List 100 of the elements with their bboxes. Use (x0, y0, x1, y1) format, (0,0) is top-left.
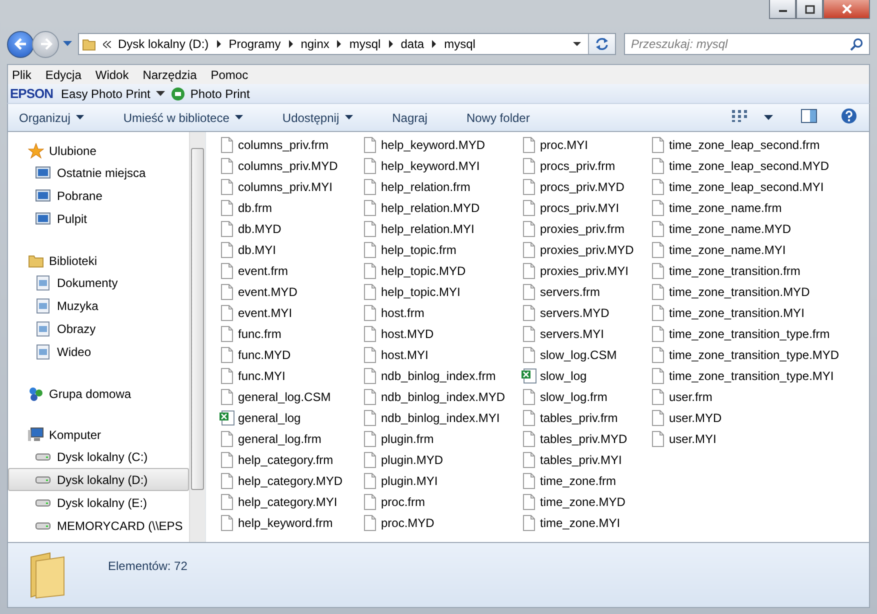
chevron-icon[interactable] (288, 40, 294, 48)
file-item[interactable]: general_log.CSM (219, 386, 362, 407)
nav-item[interactable]: Dysk lokalny (D:) (8, 468, 189, 491)
nav-item[interactable]: Pobrane (8, 184, 189, 207)
file-item[interactable]: procs_priv.frm (521, 155, 650, 176)
breadcrumb[interactable]: mysql (349, 37, 381, 51)
breadcrumb[interactable]: Dysk lokalny (D:) (118, 37, 209, 51)
breadcrumb[interactable]: nginx (300, 37, 330, 51)
toolbar-button[interactable]: Photo Print (171, 86, 250, 100)
file-item[interactable]: plugin.MYD (362, 449, 521, 470)
file-item[interactable]: db.MYD (219, 218, 362, 239)
file-item[interactable]: tables_priv.MYI (521, 449, 650, 470)
file-item[interactable]: ndb_binlog_index.MYD (362, 386, 521, 407)
search-field[interactable]: Przeszukaj: mysql (624, 33, 870, 55)
file-item[interactable]: general_log (219, 407, 362, 428)
file-item[interactable]: time_zone_leap_second.frm (650, 134, 850, 155)
file-item[interactable]: help_relation.MYD (362, 197, 521, 218)
command-button[interactable]: Organizuj (8, 106, 92, 128)
file-item[interactable]: tables_priv.frm (521, 407, 650, 428)
file-item[interactable]: user.MYI (650, 428, 850, 449)
file-item[interactable]: slow_log.frm (521, 386, 650, 407)
file-item[interactable]: help_keyword.frm (219, 512, 362, 533)
breadcrumb[interactable]: mysql (444, 37, 476, 51)
file-item[interactable]: help_keyword.MYD (362, 134, 521, 155)
refresh-icon[interactable] (588, 34, 615, 54)
file-item[interactable]: event.MYI (219, 302, 362, 323)
file-item[interactable]: time_zone_leap_second.MYI (650, 176, 850, 197)
nav-item[interactable]: Ostatnie miejsca (8, 161, 189, 184)
menu-item[interactable]: Widok (95, 68, 129, 82)
file-item[interactable]: time_zone.MYI (521, 512, 650, 533)
file-item[interactable]: user.MYD (650, 407, 850, 428)
file-item[interactable]: time_zone_transition.MYD (650, 281, 850, 302)
file-item[interactable]: columns_priv.MYI (219, 176, 362, 197)
file-item[interactable]: servers.frm (521, 281, 650, 302)
file-item[interactable]: host.MYI (362, 344, 521, 365)
chevron-icon[interactable] (388, 40, 394, 48)
file-item[interactable]: help_category.MYI (219, 491, 362, 512)
nav-group-item[interactable]: Ulubione (8, 140, 189, 161)
nav-item[interactable]: Pulpit (8, 207, 189, 230)
chevron-icon[interactable] (336, 40, 342, 48)
file-item[interactable]: procs_priv.MYI (521, 197, 650, 218)
nav-item[interactable]: Dysk lokalny (C:) (8, 445, 189, 468)
preview-pane-icon[interactable] (801, 109, 817, 126)
file-item[interactable]: time_zone_transition_type.MYD (650, 344, 850, 365)
file-item[interactable]: time_zone_transition.MYI (650, 302, 850, 323)
minimize-button[interactable] (769, 0, 796, 19)
file-item[interactable]: proxies_priv.MYD (521, 239, 650, 260)
file-item[interactable]: help_topic.MYD (362, 260, 521, 281)
file-item[interactable]: host.frm (362, 302, 521, 323)
file-item[interactable]: time_zone_transition_type.MYI (650, 365, 850, 386)
file-item[interactable]: help_topic.frm (362, 239, 521, 260)
file-item[interactable]: proxies_priv.frm (521, 218, 650, 239)
file-item[interactable]: slow_log.CSM (521, 344, 650, 365)
file-item[interactable]: time_zone.MYD (521, 491, 650, 512)
file-item[interactable]: servers.MYI (521, 323, 650, 344)
dropdown-caret-icon[interactable] (573, 42, 581, 46)
close-button[interactable] (823, 0, 870, 19)
search-icon[interactable] (850, 38, 863, 51)
back-button[interactable] (7, 30, 34, 58)
file-item[interactable]: host.MYD (362, 323, 521, 344)
file-item[interactable]: plugin.MYI (362, 470, 521, 491)
file-item[interactable]: proxies_priv.MYI (521, 260, 650, 281)
command-button[interactable]: Umieść w bibliotece (112, 106, 252, 128)
file-item[interactable]: time_zone_name.MYD (650, 218, 850, 239)
caret-icon[interactable] (764, 115, 773, 120)
nav-item[interactable]: Wideo (8, 340, 189, 363)
breadcrumb[interactable]: Programy (228, 37, 281, 51)
file-item[interactable]: tables_priv.MYD (521, 428, 650, 449)
file-item[interactable]: user.frm (650, 386, 850, 407)
file-item[interactable]: func.MYD (219, 344, 362, 365)
address-bar[interactable]: Dysk lokalny (D:) Programy nginx mysql data mysql (78, 33, 616, 55)
caret-icon[interactable] (156, 91, 166, 96)
nav-item[interactable]: Obrazy (8, 317, 189, 340)
file-item[interactable]: proc.MYD (362, 512, 521, 533)
file-item[interactable]: time_zone_name.frm (650, 197, 850, 218)
file-item[interactable]: time_zone.frm (521, 470, 650, 491)
file-item[interactable]: help_keyword.MYI (362, 155, 521, 176)
command-button[interactable]: Nowy folder (455, 106, 538, 128)
nav-group-item[interactable]: Komputer (8, 424, 189, 445)
command-button[interactable]: Udostępnij (271, 106, 362, 128)
file-item[interactable]: func.frm (219, 323, 362, 344)
command-button[interactable]: Nagraj (381, 106, 436, 128)
file-item[interactable]: proc.frm (362, 491, 521, 512)
scrollbar[interactable] (189, 132, 205, 542)
file-item[interactable]: help_category.frm (219, 449, 362, 470)
file-item[interactable]: event.frm (219, 260, 362, 281)
file-item[interactable]: general_log.frm (219, 428, 362, 449)
chevron-icon[interactable] (216, 40, 222, 48)
file-item[interactable]: procs_priv.MYD (521, 176, 650, 197)
menu-item[interactable]: Edycja (45, 68, 82, 82)
file-item[interactable]: help_relation.frm (362, 176, 521, 197)
file-item[interactable]: proc.MYI (521, 134, 650, 155)
file-item[interactable]: help_topic.MYI (362, 281, 521, 302)
menu-item[interactable]: Narzędzia (142, 68, 197, 82)
file-item[interactable]: servers.MYD (521, 302, 650, 323)
nav-item[interactable]: Dysk lokalny (E:) (8, 491, 189, 514)
file-item[interactable]: event.MYD (219, 281, 362, 302)
file-item[interactable]: columns_priv.MYD (219, 155, 362, 176)
maximize-button[interactable] (796, 0, 823, 19)
file-item[interactable]: columns_priv.frm (219, 134, 362, 155)
